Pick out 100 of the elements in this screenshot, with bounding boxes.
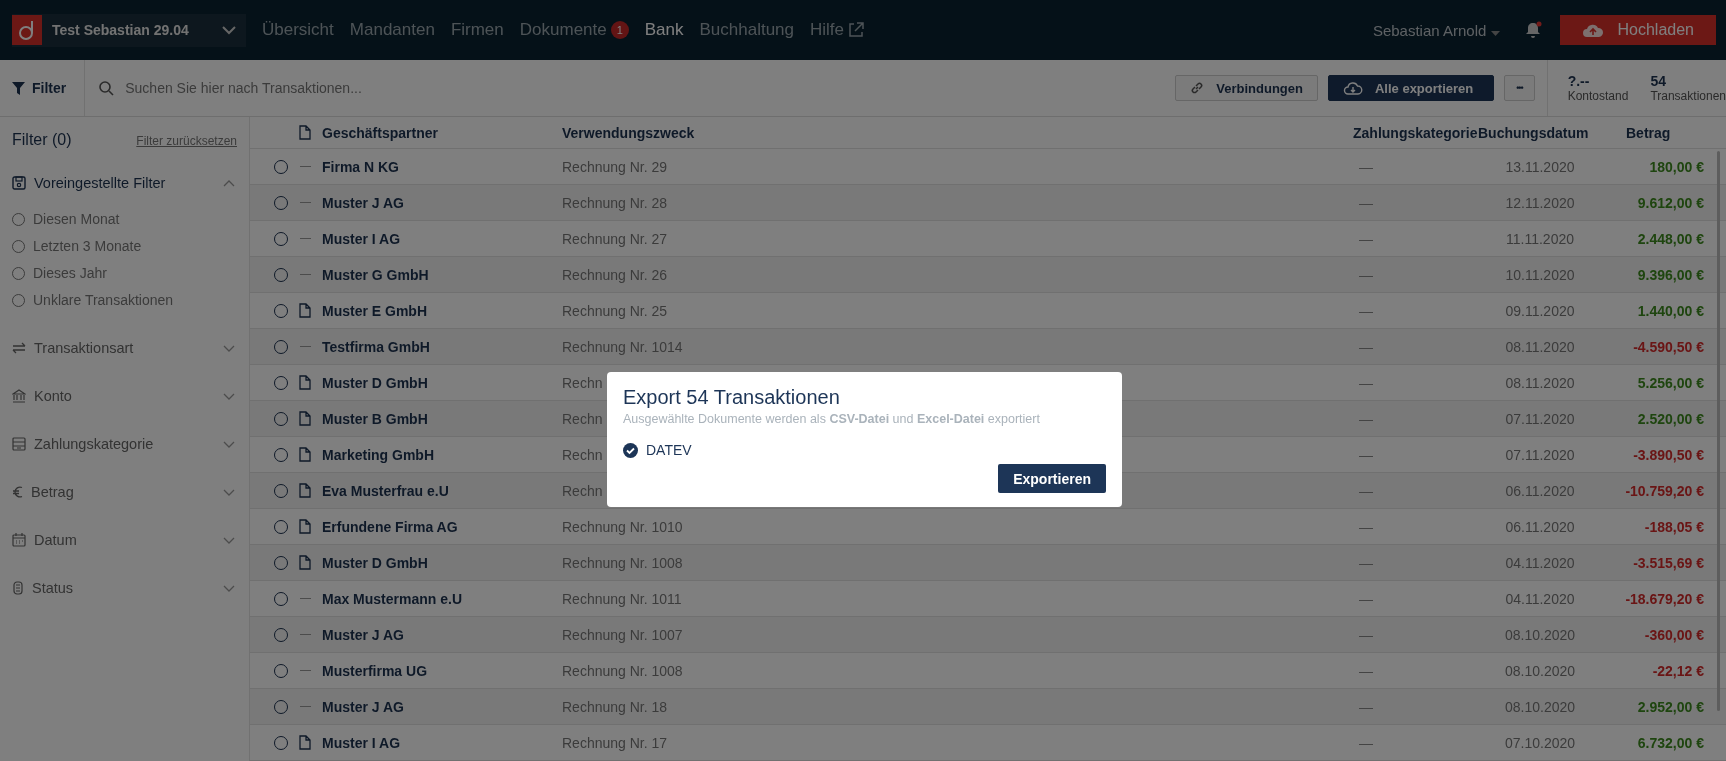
table-cell: Rechnung Nr. 1011 xyxy=(562,590,682,607)
table-cell-text: Muster D GmbH xyxy=(322,554,429,571)
checkmark-circle-icon[interactable] xyxy=(623,442,638,458)
table-cell-text: Muster G GmbH xyxy=(322,266,430,283)
table-cell-text: 2.952,00 € xyxy=(1636,698,1705,715)
table-cell-text: — xyxy=(1358,338,1374,355)
table-cell: Rechnung Nr. 27 xyxy=(562,230,668,247)
filter-section-header[interactable]: Voreingestellte Filter xyxy=(12,173,237,193)
table-cell-text: — xyxy=(1358,554,1374,571)
nav-link[interactable]: Buchhaltung xyxy=(699,20,794,40)
table-cell: Rechn xyxy=(562,446,603,463)
table-cell-text: 08.11.2020 xyxy=(1504,338,1576,355)
table-cell-text: 04.11.2020 xyxy=(1504,590,1576,607)
table-cell-text: -188,05 € xyxy=(1643,518,1705,535)
table-cell: Rechn xyxy=(562,482,603,499)
table-cell-text: — xyxy=(1358,518,1374,535)
table-cell-text: — xyxy=(1358,590,1374,607)
column-header[interactable]: Zahlungskategorie xyxy=(1353,124,1478,141)
table-cell-text: 08.11.2020 xyxy=(1504,374,1576,391)
more-button[interactable]: ••• xyxy=(1504,75,1535,101)
category-icon xyxy=(12,437,26,451)
table-cell-text: 9.612,00 € xyxy=(1636,194,1705,211)
filter-button[interactable]: Filter xyxy=(0,60,86,116)
table-cell-text: 12.11.2020 xyxy=(1504,194,1576,211)
table-cell-text: Muster E GmbH xyxy=(322,302,428,319)
table-cell-text: 06.11.2020 xyxy=(1504,518,1576,535)
filter-section-header[interactable]: Konto xyxy=(12,386,237,406)
save-icon xyxy=(12,176,26,190)
filter-section-header[interactable]: Status xyxy=(12,578,237,598)
export-all-button[interactable]: Alle exportieren xyxy=(1327,75,1495,101)
nav-link[interactable]: Dokumente xyxy=(519,20,607,40)
table-cell-text: — xyxy=(1358,374,1374,391)
table-cell-text: 5.256,00 € xyxy=(1636,374,1705,391)
export-format-option[interactable]: DATEV xyxy=(623,442,1106,458)
status-icon xyxy=(12,581,24,595)
stat-label: Kontostand xyxy=(1567,89,1629,103)
table-cell-text: -4.590,50 € xyxy=(1632,338,1705,355)
table-cell-text: Muster J AG xyxy=(322,194,405,211)
dialog-subtitle: Ausgewählte Dokumente werden als CSV-Datei und Excel-Datei exportiert xyxy=(623,412,1041,426)
nav-link[interactable]: Bank xyxy=(644,20,684,40)
table-cell-text: Musterfirma UG xyxy=(322,662,429,679)
table-cell-text: — xyxy=(1358,194,1374,211)
upload-button[interactable]: Hochladen xyxy=(1559,15,1716,45)
table-cell: Rechnung Nr. 25 xyxy=(562,302,668,319)
table-cell-text: 2.448,00 € xyxy=(1636,230,1705,247)
column-header[interactable]: Buchungsdatum xyxy=(1478,124,1606,141)
preset-filter-option[interactable]: Unklare Transaktionen xyxy=(12,290,237,310)
column-header[interactable]: Betrag xyxy=(1606,124,1726,141)
chevron-down-icon xyxy=(222,25,236,35)
table-cell-text: 10.11.2020 xyxy=(1504,266,1576,283)
export-button[interactable]: Exportieren xyxy=(998,464,1106,493)
table-cell-text: 08.10.2020 xyxy=(1503,698,1577,715)
table-cell-text: Muster D GmbH xyxy=(322,374,429,391)
chevron-down-icon xyxy=(223,392,235,400)
cloud-upload-icon xyxy=(1581,22,1604,38)
stat-label: Transaktionen xyxy=(1650,89,1726,103)
table-cell-text: -3.515,69 € xyxy=(1632,554,1705,571)
company-selector[interactable]: Test Sebastian 29.04 xyxy=(12,13,246,47)
document-icon xyxy=(299,125,311,140)
user-menu[interactable]: Sebastian Arnold xyxy=(1366,20,1506,40)
filter-section-header[interactable]: Zahlungskategorie xyxy=(12,434,237,454)
table-cell-text: 07.11.2020 xyxy=(1504,410,1576,427)
search-field[interactable]: Suchen Sie hier nach Transaktionen... xyxy=(123,79,1166,97)
preset-filter-option[interactable]: Dieses Jahr xyxy=(12,263,237,283)
connections-button[interactable]: Verbindungen xyxy=(1175,75,1318,101)
table-cell-text: — xyxy=(1358,734,1374,751)
table-cell-text: — xyxy=(1358,158,1374,175)
nav-link[interactable]: Mandanten xyxy=(349,20,435,40)
arrows-icon xyxy=(12,342,26,354)
table-cell-text: 13.11.2020 xyxy=(1504,158,1576,175)
table-cell-text: Muster I AG xyxy=(322,230,402,247)
table-cell: Rechnung Nr. 18 xyxy=(562,698,668,715)
table-cell: Rechnung Nr. 17 xyxy=(562,734,668,751)
table-cell-text: — xyxy=(1358,410,1374,427)
table-cell-text: Max Mustermann e.U xyxy=(322,590,464,607)
table-cell: Rechnung Nr. 1014 xyxy=(562,338,683,355)
filter-section-header[interactable]: Betrag xyxy=(12,482,237,502)
logo-icon xyxy=(12,15,42,45)
link-icon xyxy=(1190,81,1205,95)
column-header[interactable]: Verwendungszweck xyxy=(562,124,1353,141)
preset-filter-option[interactable]: Letzten 3 Monate xyxy=(12,236,237,256)
table-cell-text: Eva Musterfrau e.U xyxy=(322,482,450,499)
table-cell-text: — xyxy=(1358,698,1374,715)
table-cell-text: — xyxy=(1358,626,1374,643)
nav-link[interactable]: Hilfe xyxy=(810,20,845,40)
filter-section-header[interactable]: Transaktionsart xyxy=(12,338,237,358)
table-cell-text: 06.11.2020 xyxy=(1504,482,1576,499)
table-cell-text: -18.679,20 € xyxy=(1624,590,1705,607)
nav-link[interactable]: Firmen xyxy=(450,20,504,40)
table-cell-text: Muster B GmbH xyxy=(322,410,429,427)
table-cell-text: -3.890,50 € xyxy=(1632,446,1705,463)
table-cell-text: 11.11.2020 xyxy=(1505,230,1575,247)
preset-filter-option[interactable]: Diesen Monat xyxy=(12,209,237,229)
nav-link[interactable]: Übersicht xyxy=(262,20,334,40)
column-header[interactable]: Geschäftspartner xyxy=(322,124,562,141)
reset-filter-link[interactable]: Filter zurücksetzen xyxy=(136,134,237,148)
filter-section-header[interactable]: Datum xyxy=(12,530,237,550)
chevron-down-icon xyxy=(223,536,235,544)
chevron-up-icon xyxy=(223,179,235,187)
bank-icon xyxy=(12,389,26,403)
